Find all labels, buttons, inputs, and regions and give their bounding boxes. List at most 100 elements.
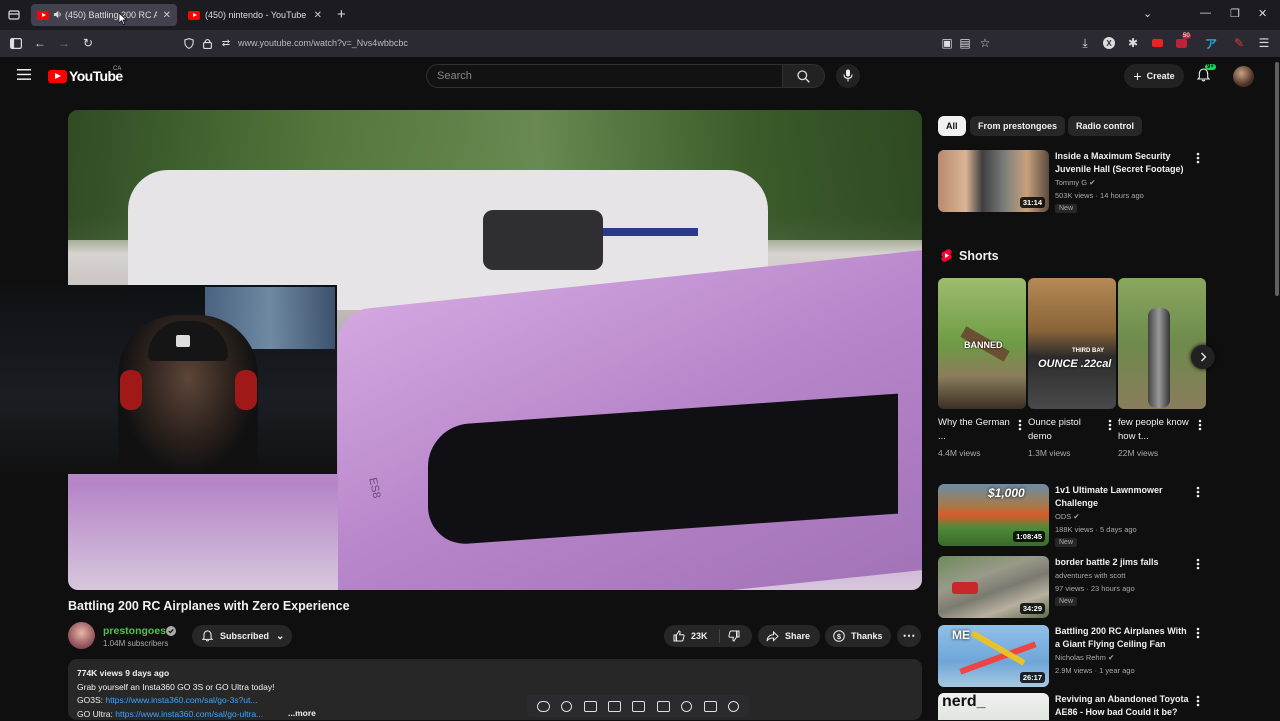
channel-name[interactable]: prestongoes [103,625,166,637]
search-button[interactable] [783,64,825,88]
film-strip-icon[interactable] [608,701,621,712]
related-video[interactable]: 31:14 Inside a Maximum Security Juvenile… [938,150,1210,214]
more-vertical-icon[interactable] [1018,419,1022,431]
short-title[interactable]: Ounce pistol demo [1028,416,1100,444]
notifications-bell-icon[interactable] [1197,68,1210,82]
more-actions-button[interactable]: ⋯ [897,625,921,647]
more-vertical-icon[interactable] [1196,486,1200,498]
voice-search-button[interactable] [836,64,860,88]
like-button[interactable]: 23K [664,629,720,643]
more-vertical-icon[interactable] [1198,419,1202,431]
guide-menu-icon[interactable] [17,69,31,80]
short-item[interactable]: few people know how t... 22M views [1118,278,1206,409]
related-video[interactable]: 34:29 border battle 2 jims falls adventu… [938,556,1210,620]
short-item[interactable]: BANNED Why the German ... 4.4M views [938,278,1026,409]
subscribed-button[interactable]: Subscribed ⌄ [192,625,292,647]
speed-gauge-icon[interactable] [681,701,692,712]
more-vertical-icon[interactable] [1196,695,1200,707]
close-window-icon[interactable]: ✕ [1258,7,1267,20]
url-field[interactable]: www.youtube.com/watch?v=_Nvs4wbbcbc [238,38,408,48]
chip-radio-control[interactable]: Radio control [1068,116,1142,136]
channel-avatar[interactable] [68,622,95,649]
video-title[interactable]: Inside a Maximum Security Juvenile Hall … [1055,150,1190,176]
tab-overview-icon[interactable] [8,9,20,21]
youtube-favicon-icon [188,11,200,20]
minimize-icon[interactable]: — [1200,7,1211,19]
video-title[interactable]: Battling 200 RC Airplanes With a Giant F… [1055,625,1190,651]
sidebar-toggle-icon[interactable] [9,36,23,50]
channel-name: ODS ✔ [1055,512,1080,521]
screenshot-icon[interactable] [584,701,597,712]
youtube-logo[interactable]: YouTube CA [48,68,123,84]
account-avatar[interactable] [1233,66,1254,87]
video-title[interactable]: border battle 2 jims falls [1055,556,1190,569]
extension-youtube-icon[interactable] [1150,36,1164,50]
short-title[interactable]: few people know how t... [1118,416,1190,444]
related-video[interactable]: $1,000 1:08:45 1v1 Ultimate Lawnmower Ch… [938,484,1210,548]
reader-view-icon[interactable]: ▤ [958,36,972,50]
extensions-puzzle-icon[interactable]: ✱ [1126,36,1140,50]
permissions-icon[interactable]: ⇄ [219,36,233,50]
speaker-icon[interactable] [53,10,62,19]
short-thumbnail[interactable]: THIRD BAY OUNCE .22cal [1028,278,1116,409]
short-thumbnail[interactable] [1118,278,1206,409]
dislike-button[interactable] [720,630,740,642]
more-vertical-icon[interactable] [1196,627,1200,639]
extension-pen-icon[interactable]: ✎ [1232,36,1246,50]
share-button[interactable]: Share [758,625,820,647]
video-thumbnail[interactable]: $1,000 1:08:45 [938,484,1049,546]
related-video[interactable]: ME 26:17 Battling 200 RC Airplanes With … [938,625,1210,689]
more-vertical-icon[interactable] [1196,152,1200,164]
bookmark-star-icon[interactable]: ☆ [978,36,992,50]
back-arrow-icon[interactable]: ← [33,36,47,50]
chip-from-channel[interactable]: From prestongoes [970,116,1065,136]
related-video[interactable]: nerd_ Reviving an Abandoned Toyota AE86 … [938,693,1210,720]
shorts-next-button[interactable] [1191,345,1215,369]
add-icon[interactable] [704,701,717,712]
tab-close-icon[interactable]: ✕ [157,10,171,21]
forward-arrow-icon[interactable]: → [57,36,71,50]
description-box[interactable]: 774K views 9 days ago Grab yourself an I… [68,659,922,720]
subtitles-icon[interactable] [657,701,670,712]
shorts-heading: Shorts [959,249,999,263]
lock-icon[interactable] [200,36,214,50]
show-more-link[interactable]: ...more [288,708,316,718]
tracking-shield-icon[interactable] [182,36,196,50]
picture-in-picture-icon[interactable]: ▣ [940,36,954,50]
create-button[interactable]: + Create [1124,64,1184,88]
video-title[interactable]: Reviving an Abandoned Toyota AE86 - How … [1055,693,1190,719]
audio-wave-icon[interactable] [561,701,572,712]
page-scrollbar[interactable] [1275,62,1279,296]
search-input[interactable]: Search [426,64,783,88]
tab-close-icon[interactable]: ✕ [308,10,322,21]
reload-icon[interactable]: ↻ [81,36,95,50]
video-thumbnail[interactable]: 31:14 [938,150,1049,212]
loop-icon[interactable] [537,701,550,712]
video-thumbnail[interactable]: nerd_ [938,693,1049,720]
short-thumbnail[interactable]: BANNED [938,278,1026,409]
description-link[interactable]: https://www.insta360.com/sal/go-ultra... [115,709,263,719]
browser-tab-active[interactable]: (450) Battling 200 RC Airpl ✕ [31,4,177,26]
more-vertical-icon[interactable] [1108,419,1112,431]
more-vertical-icon[interactable] [1196,558,1200,570]
description-link[interactable]: https://www.insta360.com/sal/go-3s?ut... [105,695,257,705]
restore-icon[interactable]: ❐ [1230,7,1240,20]
short-title[interactable]: Why the German ... [938,416,1010,444]
browser-menu-icon[interactable]: ☰ [1257,36,1271,50]
tab-list-chevron-icon[interactable]: ⌄ [1143,7,1152,20]
mouse-cursor-icon [119,13,127,25]
video-title[interactable]: 1v1 Ultimate Lawnmower Challenge [1055,484,1190,510]
new-tab-button[interactable]: + [337,6,346,23]
resize-icon[interactable] [632,701,645,712]
extension-translate-icon[interactable]: ア [1204,36,1218,50]
thanks-button[interactable]: $ Thanks [825,625,891,647]
extension-x-icon[interactable]: X [1102,36,1116,50]
short-item[interactable]: THIRD BAY OUNCE .22cal Ounce pistol demo… [1028,278,1116,409]
video-thumbnail[interactable]: 34:29 [938,556,1049,618]
browser-tab[interactable]: (450) nintendo - YouTube ✕ [182,4,328,26]
settings-gear-icon[interactable] [728,701,739,712]
downloads-icon[interactable]: ⤓ [1078,36,1092,50]
video-thumbnail[interactable]: ME 26:17 [938,625,1049,687]
chip-all[interactable]: All [938,116,966,136]
country-code: CA [113,66,121,72]
